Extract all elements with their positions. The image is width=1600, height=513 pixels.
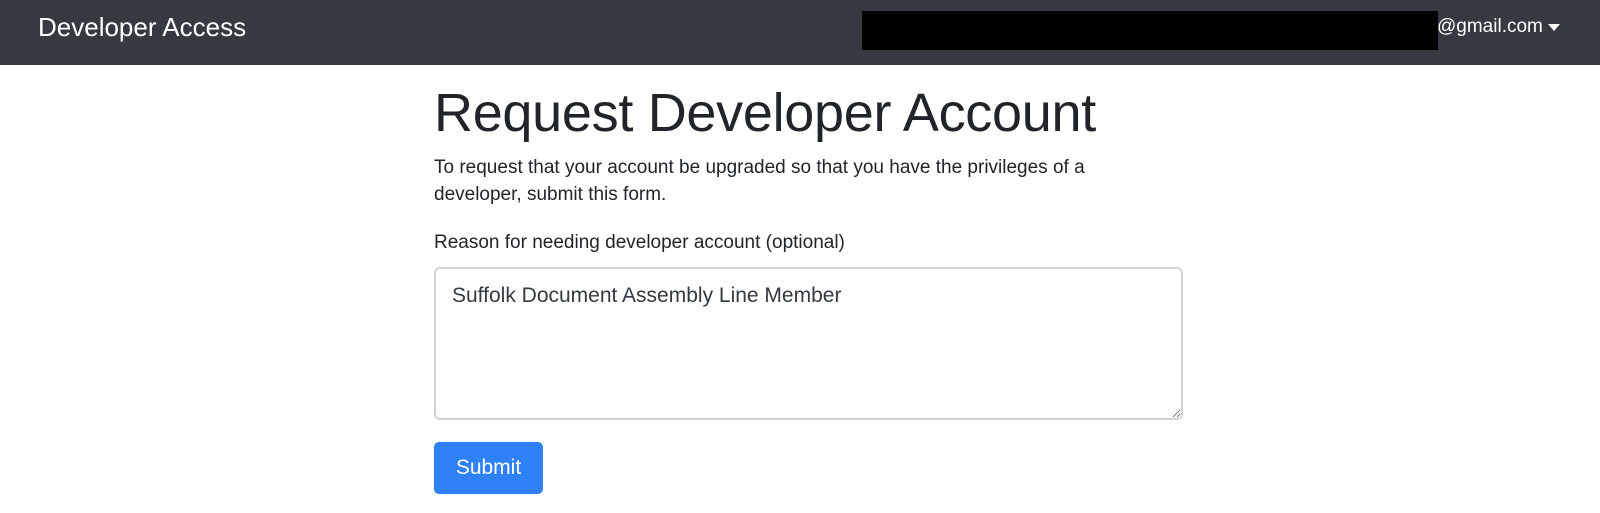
- intro-text: To request that your account be upgraded…: [434, 157, 1085, 205]
- submit-button[interactable]: Submit: [434, 442, 543, 494]
- user-email: @gmail.com: [1437, 16, 1543, 37]
- reason-label: Reason for needing developer account (op…: [434, 232, 845, 253]
- caret-down-icon: [1547, 23, 1560, 31]
- main-content: Request Developer Account To request tha…: [434, 80, 1184, 494]
- top-navbar: Developer Access @gmail.com: [0, 0, 1600, 65]
- navbar-brand[interactable]: Developer Access: [38, 10, 246, 44]
- reason-textarea[interactable]: Suffolk Document Assembly Line Member: [434, 267, 1183, 420]
- page-title: Request Developer Account: [434, 83, 1096, 143]
- redacted-email-block: [862, 11, 1438, 50]
- user-menu-toggle[interactable]: @gmail.com: [1437, 12, 1560, 42]
